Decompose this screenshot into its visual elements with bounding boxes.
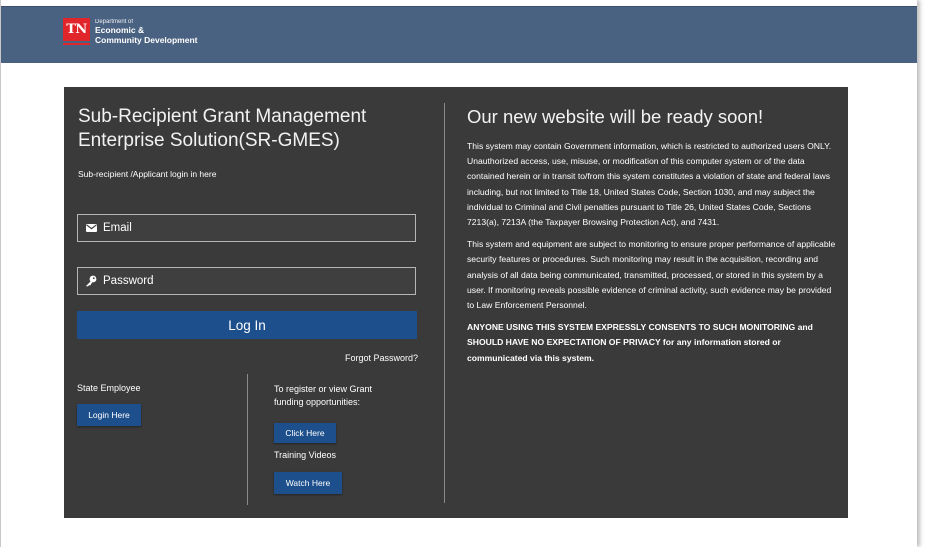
email-placeholder: Email bbox=[103, 222, 132, 234]
app-title: Sub-Recipient Grant Management Enterpris… bbox=[78, 105, 418, 153]
password-placeholder: Password bbox=[103, 275, 154, 287]
section-divider-small bbox=[247, 374, 248, 505]
logo-text: Department of Economic & Community Devel… bbox=[95, 18, 198, 44]
logo-line-department: Department of bbox=[95, 19, 134, 25]
login-panel: Sub-Recipient Grant Management Enterpris… bbox=[64, 87, 848, 518]
app-title-line2: Enterprise Solution(SR-GMES) bbox=[78, 130, 340, 151]
notice-paragraph-1: This system may contain Government infor… bbox=[467, 141, 832, 228]
tn-ecd-logo[interactable]: TN Department of Economic & Community De… bbox=[63, 18, 198, 45]
state-login-button[interactable]: Login Here bbox=[77, 404, 141, 426]
password-field[interactable]: Password bbox=[77, 267, 416, 295]
notice-title: Our new website will be ready soon! bbox=[467, 106, 764, 127]
email-field[interactable]: Email bbox=[77, 214, 416, 242]
training-videos-label: Training Videos bbox=[274, 450, 337, 460]
envelope-icon bbox=[84, 224, 98, 232]
register-label: To register or view Grant funding opport… bbox=[274, 384, 373, 407]
tn-logo-badge: TN bbox=[63, 18, 90, 41]
register-button[interactable]: Click Here bbox=[274, 423, 336, 443]
logo-line-community: Community Development bbox=[95, 34, 198, 45]
login-section: Sub-Recipient Grant Management Enterpris… bbox=[78, 105, 418, 179]
logo-line-economic: Economic & bbox=[95, 25, 145, 35]
login-subtitle: Sub-recipient /Applicant login in here bbox=[78, 169, 217, 179]
login-button[interactable]: Log In bbox=[77, 311, 417, 339]
app-title-line1: Sub-Recipient Grant Management bbox=[78, 106, 367, 127]
watch-videos-button[interactable]: Watch Here bbox=[274, 472, 342, 494]
forgot-password-link[interactable]: Forgot Password? bbox=[345, 353, 418, 363]
state-employee-label: State Employee bbox=[77, 383, 141, 393]
header-bar: TN Department of Economic & Community De… bbox=[1, 6, 917, 63]
notice-paragraph-2: This system and equipment are subject to… bbox=[467, 239, 836, 311]
key-icon bbox=[84, 275, 98, 287]
page-frame: TN Department of Economic & Community De… bbox=[0, 0, 917, 547]
notice-section: Our new website will be ready soon! This… bbox=[467, 105, 837, 373]
logo-underline bbox=[63, 43, 90, 45]
notice-paragraph-3: ANYONE USING THIS SYSTEM EXPRESSLY CONSE… bbox=[467, 322, 813, 363]
panel-divider bbox=[444, 103, 445, 503]
